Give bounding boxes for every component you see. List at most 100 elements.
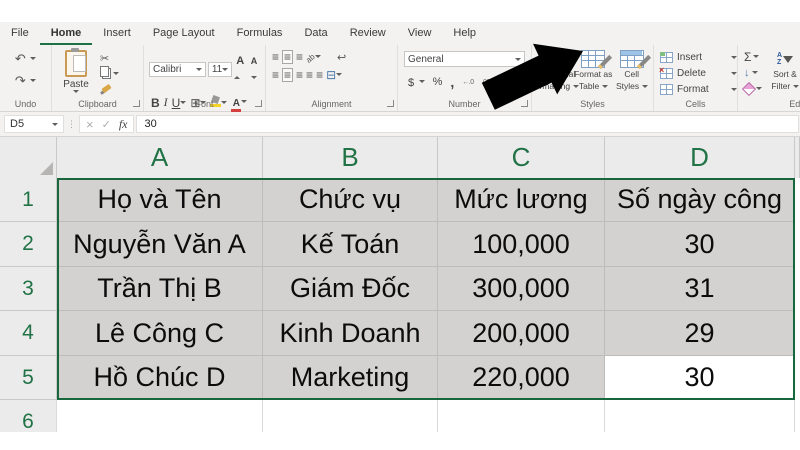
- cell-B5[interactable]: Marketing: [263, 356, 438, 400]
- tab-insert[interactable]: Insert: [92, 22, 142, 45]
- cell-extra[interactable]: [795, 311, 800, 356]
- cancel-icon[interactable]: ×: [86, 118, 94, 131]
- cell-A5[interactable]: Hồ Chúc D: [57, 356, 263, 400]
- align-middle-button[interactable]: ≡: [282, 50, 294, 64]
- column-header-b[interactable]: B: [263, 137, 438, 178]
- wrap-text-button[interactable]: ↩: [337, 51, 346, 64]
- row-header-4[interactable]: 4: [0, 311, 57, 356]
- cell-A2[interactable]: Nguyễn Văn A: [57, 222, 263, 267]
- cell-styles-button[interactable]: Cell Styles: [613, 50, 652, 91]
- select-all-corner[interactable]: [0, 137, 57, 178]
- tab-formulas[interactable]: Formulas: [226, 22, 294, 45]
- name-box[interactable]: D5: [4, 115, 64, 133]
- font-name-combo[interactable]: Calibri: [149, 61, 206, 77]
- increase-decimal-button[interactable]: ←.0: [462, 79, 474, 86]
- undo-button[interactable]: ↶: [15, 50, 37, 68]
- clipboard-dialog-launcher[interactable]: [133, 100, 140, 107]
- cell-B2[interactable]: Kế Toán: [263, 222, 438, 267]
- enter-icon[interactable]: ✓: [102, 118, 111, 131]
- tab-page-layout[interactable]: Page Layout: [142, 22, 226, 45]
- cell-B6[interactable]: [263, 400, 438, 432]
- copy-button[interactable]: [100, 65, 119, 79]
- row-header-1[interactable]: 1: [0, 178, 57, 222]
- increase-indent-button[interactable]: ≡: [316, 69, 323, 81]
- tab-data[interactable]: Data: [293, 22, 338, 45]
- format-as-table-button[interactable]: Format as Table: [574, 50, 613, 91]
- insert-cells-button[interactable]: Insert: [660, 51, 737, 64]
- italic-button[interactable]: I: [164, 95, 168, 110]
- tab-help[interactable]: Help: [442, 22, 487, 45]
- fill-color-button[interactable]: [210, 94, 228, 112]
- number-format-combo[interactable]: General: [404, 51, 525, 67]
- cell-D6[interactable]: [605, 400, 795, 432]
- tab-home[interactable]: Home: [39, 22, 93, 45]
- column-header-a[interactable]: A: [57, 137, 263, 178]
- format-cells-button[interactable]: Format: [660, 83, 737, 96]
- cell-extra[interactable]: [795, 356, 800, 400]
- autosum-button[interactable]: Σ: [744, 50, 762, 64]
- sort-filter-button[interactable]: AZ Sort & Filter: [768, 50, 800, 95]
- decrease-decimal-button[interactable]: .00: [482, 79, 491, 86]
- redo-button[interactable]: ↷: [15, 72, 37, 90]
- cell-B4[interactable]: Kinh Doanh: [263, 311, 438, 356]
- insert-function-icon[interactable]: fx: [119, 117, 128, 132]
- cell-D4[interactable]: 29: [605, 311, 795, 356]
- bold-button[interactable]: B: [151, 96, 160, 110]
- orientation-button[interactable]: ab: [304, 48, 321, 66]
- increase-font-button[interactable]: A: [234, 51, 248, 87]
- borders-button[interactable]: ⊞: [190, 94, 207, 112]
- font-size-combo[interactable]: 11: [207, 61, 233, 77]
- fill-button[interactable]: ↓: [744, 66, 762, 79]
- cell-C6[interactable]: [438, 400, 605, 432]
- align-bottom-button[interactable]: ≡: [296, 51, 303, 63]
- cell-B1[interactable]: Chức vụ: [263, 178, 438, 222]
- cell-extra[interactable]: [795, 400, 800, 432]
- percent-button[interactable]: %: [433, 76, 443, 88]
- cell-extra[interactable]: [795, 178, 800, 222]
- cell-C1[interactable]: Mức lương: [438, 178, 605, 222]
- cell-A6[interactable]: [57, 400, 263, 432]
- currency-button[interactable]: $: [408, 73, 425, 91]
- row-header-6[interactable]: 6: [0, 400, 57, 432]
- row-header-5[interactable]: 5: [0, 356, 57, 400]
- cell-C4[interactable]: 200,000: [438, 311, 605, 356]
- comma-style-button[interactable]: ,: [450, 75, 454, 89]
- formula-bar-handle[interactable]: ⋮: [67, 119, 76, 130]
- alignment-dialog-launcher[interactable]: [387, 100, 394, 107]
- cell-C2[interactable]: 100,000: [438, 222, 605, 267]
- merge-center-button[interactable]: ⊟: [326, 66, 343, 84]
- font-dialog-launcher[interactable]: [255, 100, 262, 107]
- cell-A1[interactable]: Họ và Tên: [57, 178, 263, 222]
- conditional-formatting-button[interactable]: Conditional Formatting: [530, 50, 579, 91]
- clear-button[interactable]: [741, 81, 762, 96]
- cell-extra[interactable]: [795, 267, 800, 311]
- cut-button[interactable]: ✂: [100, 52, 119, 65]
- row-header-2[interactable]: 2: [0, 222, 57, 267]
- column-header-c[interactable]: C: [438, 137, 605, 178]
- align-left-button[interactable]: ≡: [272, 69, 279, 81]
- decrease-font-button[interactable]: A: [250, 51, 262, 87]
- formula-input[interactable]: 30: [136, 115, 799, 133]
- cell-D1[interactable]: Số ngày công: [605, 178, 795, 222]
- row-header-3[interactable]: 3: [0, 267, 57, 311]
- number-dialog-launcher[interactable]: [521, 100, 528, 107]
- align-center-button[interactable]: ≡: [282, 68, 294, 82]
- align-right-button[interactable]: ≡: [296, 69, 303, 81]
- cell-A4[interactable]: Lê Công C: [57, 311, 263, 356]
- cell-C5[interactable]: 220,000: [438, 356, 605, 400]
- cell-C3[interactable]: 300,000: [438, 267, 605, 311]
- column-header-d[interactable]: D: [605, 137, 795, 178]
- cell-B3[interactable]: Giám Đốc: [263, 267, 438, 311]
- tab-review[interactable]: Review: [339, 22, 397, 45]
- cell-D5-active[interactable]: 30: [605, 356, 795, 400]
- paste-button[interactable]: Paste: [58, 48, 94, 94]
- align-top-button[interactable]: ≡: [272, 51, 279, 63]
- underline-button[interactable]: U: [172, 94, 187, 112]
- tab-view[interactable]: View: [397, 22, 443, 45]
- cell-D2[interactable]: 30: [605, 222, 795, 267]
- decrease-indent-button[interactable]: ≡: [306, 69, 313, 81]
- font-color-button[interactable]: A: [231, 93, 248, 112]
- cell-A3[interactable]: Trần Thị B: [57, 267, 263, 311]
- cell-extra[interactable]: [795, 222, 800, 267]
- format-painter-button[interactable]: [100, 82, 119, 94]
